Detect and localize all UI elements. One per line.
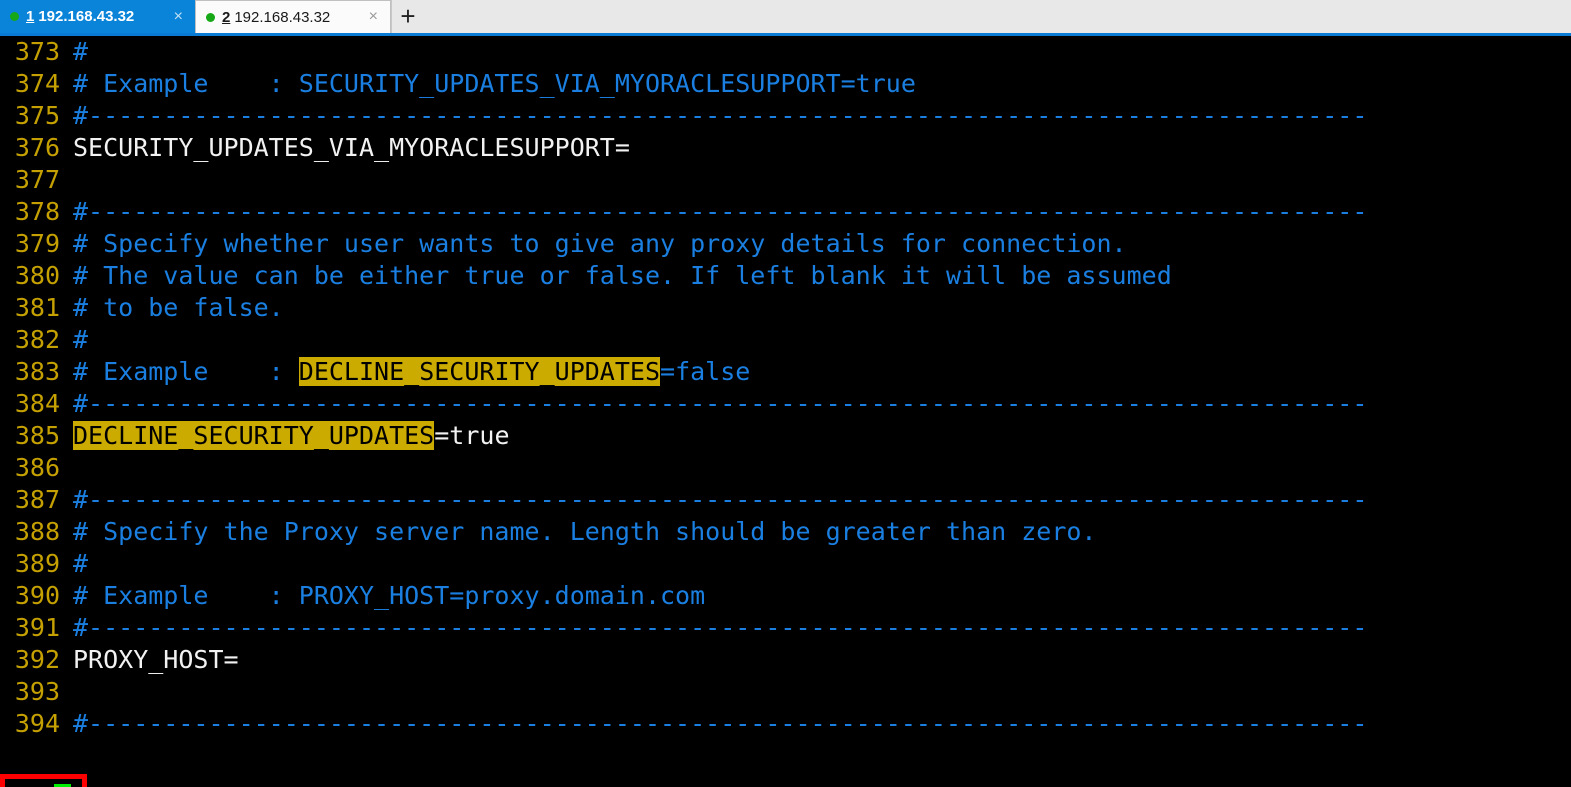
line-number: 376 [14, 133, 60, 162]
line-text: # The value can be either true or false.… [73, 261, 1172, 290]
search-highlight: DECLINE_SECURITY_UPDATES [73, 421, 435, 450]
close-icon[interactable]: × [363, 9, 384, 25]
tab-1[interactable]: 1 192.168.43.32 × [0, 0, 195, 33]
line-text: # Specify whether user wants to give any… [73, 229, 1127, 258]
tab-bar: 1 192.168.43.32 × 2 192.168.43.32 × + [0, 0, 1571, 36]
editor-buffer[interactable]: 373 #374 # Example : SECURITY_UPDATES_VIA_… [0, 36, 1571, 740]
line-text: # to be false. [73, 293, 284, 322]
editor-line[interactable]: 392 PROXY_HOST= [0, 644, 1571, 676]
search-highlight: DECLINE_SECURITY_UPDATES [298, 357, 661, 386]
editor-line[interactable]: 376 SECURITY_UPDATES_VIA_MYORACLESUPPORT= [0, 132, 1571, 164]
tab-index-label: 2 [222, 8, 231, 26]
line-number: 375 [14, 101, 60, 130]
tab-index-label: 1 [26, 8, 35, 25]
line-number: 389 [14, 549, 60, 578]
command-line-text: :wq [8, 783, 53, 787]
line-text: # [73, 325, 89, 354]
editor-line[interactable]: 378 #------------------------------------… [0, 196, 1571, 228]
editor-line[interactable]: 391 #------------------------------------… [0, 612, 1571, 644]
line-text: #---------------------------------------… [73, 101, 1368, 130]
line-number: 378 [14, 197, 60, 226]
line-number: 394 [14, 709, 60, 738]
line-number: 373 [14, 37, 60, 66]
line-text: # [73, 37, 89, 66]
line-number: 387 [14, 485, 60, 514]
line-number: 392 [14, 645, 60, 674]
tab-2[interactable]: 2 192.168.43.32 × [195, 0, 391, 33]
new-tab-button[interactable]: + [391, 0, 424, 33]
editor-line[interactable]: 381 # to be false. [0, 292, 1571, 324]
editor-line[interactable]: 387 #------------------------------------… [0, 484, 1571, 516]
editor-line[interactable]: 385 DECLINE_SECURITY_UPDATES=true [0, 420, 1571, 452]
editor-line[interactable]: 383 # Example : DECLINE_SECURITY_UPDATES=… [0, 356, 1571, 388]
tab-status-dot-icon [206, 12, 215, 22]
tab-status-dot-icon [10, 12, 19, 21]
command-line-annotation-box: :wq [0, 774, 87, 787]
line-number: 388 [14, 517, 60, 546]
editor-line[interactable]: 394 #------------------------------------… [0, 708, 1571, 740]
line-text: #---------------------------------------… [73, 389, 1368, 418]
close-icon[interactable]: × [168, 8, 189, 25]
editor-line[interactable]: 384 #------------------------------------… [0, 388, 1571, 420]
line-text: PROXY_HOST= [73, 645, 239, 674]
line-number: 384 [14, 389, 60, 418]
editor-line[interactable]: 374 # Example : SECURITY_UPDATES_VIA_MYOR… [0, 68, 1571, 100]
line-text: # Example : SECURITY_UPDATES_VIA_MYORACL… [73, 69, 916, 98]
line-text: # Specify the Proxy server name. Length … [73, 517, 1097, 546]
editor-line[interactable]: 382 # [0, 324, 1571, 356]
line-text: =true [434, 421, 510, 450]
line-text: SECURITY_UPDATES_VIA_MYORACLESUPPORT= [73, 133, 630, 162]
line-number: 379 [14, 229, 60, 258]
line-text: #---------------------------------------… [73, 197, 1368, 226]
editor-line[interactable]: 380 # The value can be either true or fal… [0, 260, 1571, 292]
tab-title-label: 192.168.43.32 [38, 8, 135, 25]
line-text: # Example : [73, 357, 299, 386]
line-number: 380 [14, 261, 60, 290]
editor-line[interactable]: 390 # Example : PROXY_HOST=proxy.domain.c… [0, 580, 1571, 612]
line-text: #---------------------------------------… [73, 709, 1368, 738]
line-number: 386 [14, 453, 60, 482]
editor-line[interactable]: 386 [0, 452, 1571, 484]
line-number: 391 [14, 613, 60, 642]
editor-line[interactable]: 379 # Specify whether user wants to give … [0, 228, 1571, 260]
editor-line[interactable]: 375 #------------------------------------… [0, 100, 1571, 132]
line-number: 383 [14, 357, 60, 386]
tab-title-label: 192.168.43.32 [234, 8, 331, 26]
line-number: 385 [14, 421, 60, 450]
line-text: #---------------------------------------… [73, 613, 1368, 642]
editor-line[interactable]: 389 # [0, 548, 1571, 580]
terminal-screen[interactable]: 373 #374 # Example : SECURITY_UPDATES_VIA_… [0, 36, 1571, 787]
line-number: 381 [14, 293, 60, 322]
editor-line[interactable]: 393 [0, 676, 1571, 708]
editor-line[interactable]: 377 [0, 164, 1571, 196]
line-number: 377 [14, 165, 60, 194]
line-text: =false [660, 357, 751, 386]
line-number: 382 [14, 325, 60, 354]
editor-line[interactable]: 373 # [0, 36, 1571, 68]
vim-command-line[interactable]: :wq [0, 774, 87, 787]
line-text: # Example : PROXY_HOST=proxy.domain.com [73, 581, 706, 610]
line-number: 390 [14, 581, 60, 610]
editor-line[interactable]: 388 # Specify the Proxy server name. Leng… [0, 516, 1571, 548]
line-text: # [73, 549, 89, 578]
line-number: 374 [14, 69, 60, 98]
line-number: 393 [14, 677, 60, 706]
line-text: #---------------------------------------… [73, 485, 1368, 514]
